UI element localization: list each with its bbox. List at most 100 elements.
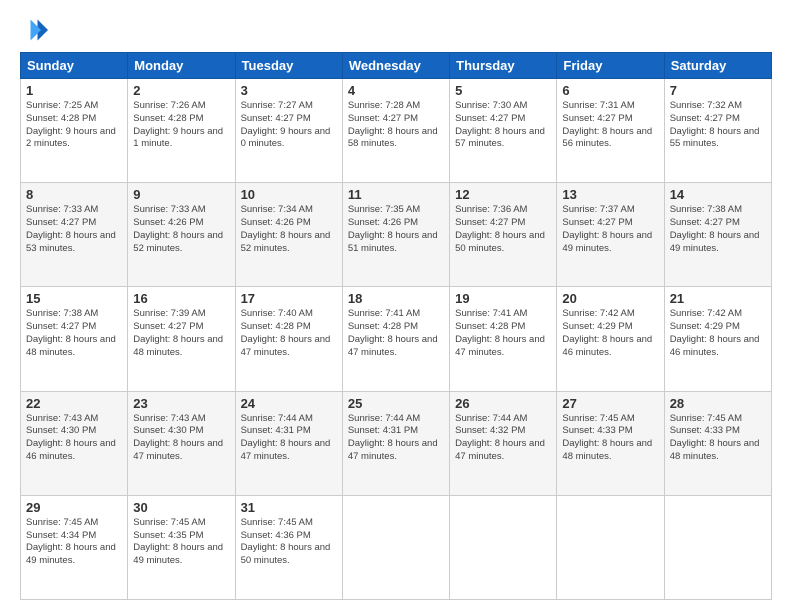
calendar-cell: 31 Sunrise: 7:45 AMSunset: 4:36 PMDaylig…: [235, 495, 342, 599]
calendar-cell: 23 Sunrise: 7:43 AMSunset: 4:30 PMDaylig…: [128, 391, 235, 495]
calendar-cell: 15 Sunrise: 7:38 AMSunset: 4:27 PMDaylig…: [21, 287, 128, 391]
day-info: Sunrise: 7:42 AMSunset: 4:29 PMDaylight:…: [670, 308, 760, 357]
day-number: 15: [26, 291, 122, 306]
day-info: Sunrise: 7:44 AMSunset: 4:31 PMDaylight:…: [348, 413, 438, 462]
day-info: Sunrise: 7:38 AMSunset: 4:27 PMDaylight:…: [670, 204, 760, 253]
calendar-cell: 7 Sunrise: 7:32 AMSunset: 4:27 PMDayligh…: [664, 79, 771, 183]
day-info: Sunrise: 7:30 AMSunset: 4:27 PMDaylight:…: [455, 100, 545, 149]
day-info: Sunrise: 7:38 AMSunset: 4:27 PMDaylight:…: [26, 308, 116, 357]
day-info: Sunrise: 7:33 AMSunset: 4:26 PMDaylight:…: [133, 204, 223, 253]
calendar-cell: [557, 495, 664, 599]
calendar-cell: 21 Sunrise: 7:42 AMSunset: 4:29 PMDaylig…: [664, 287, 771, 391]
day-info: Sunrise: 7:32 AMSunset: 4:27 PMDaylight:…: [670, 100, 760, 149]
calendar-cell: [342, 495, 449, 599]
day-info: Sunrise: 7:45 AMSunset: 4:33 PMDaylight:…: [562, 413, 652, 462]
day-number: 21: [670, 291, 766, 306]
day-number: 18: [348, 291, 444, 306]
day-number: 14: [670, 187, 766, 202]
day-info: Sunrise: 7:28 AMSunset: 4:27 PMDaylight:…: [348, 100, 438, 149]
calendar-cell: 24 Sunrise: 7:44 AMSunset: 4:31 PMDaylig…: [235, 391, 342, 495]
day-number: 9: [133, 187, 229, 202]
day-number: 24: [241, 396, 337, 411]
calendar-cell: 29 Sunrise: 7:45 AMSunset: 4:34 PMDaylig…: [21, 495, 128, 599]
day-number: 13: [562, 187, 658, 202]
day-info: Sunrise: 7:34 AMSunset: 4:26 PMDaylight:…: [241, 204, 331, 253]
header: [20, 16, 772, 44]
day-number: 27: [562, 396, 658, 411]
calendar-cell: 1 Sunrise: 7:25 AMSunset: 4:28 PMDayligh…: [21, 79, 128, 183]
day-info: Sunrise: 7:37 AMSunset: 4:27 PMDaylight:…: [562, 204, 652, 253]
day-info: Sunrise: 7:44 AMSunset: 4:32 PMDaylight:…: [455, 413, 545, 462]
calendar-cell: 16 Sunrise: 7:39 AMSunset: 4:27 PMDaylig…: [128, 287, 235, 391]
weekday-header-monday: Monday: [128, 53, 235, 79]
day-number: 23: [133, 396, 229, 411]
day-number: 31: [241, 500, 337, 515]
calendar-cell: 5 Sunrise: 7:30 AMSunset: 4:27 PMDayligh…: [450, 79, 557, 183]
logo: [20, 16, 52, 44]
weekday-header-sunday: Sunday: [21, 53, 128, 79]
calendar-week-2: 8 Sunrise: 7:33 AMSunset: 4:27 PMDayligh…: [21, 183, 772, 287]
calendar-cell: 26 Sunrise: 7:44 AMSunset: 4:32 PMDaylig…: [450, 391, 557, 495]
calendar-cell: 18 Sunrise: 7:41 AMSunset: 4:28 PMDaylig…: [342, 287, 449, 391]
day-number: 30: [133, 500, 229, 515]
day-info: Sunrise: 7:42 AMSunset: 4:29 PMDaylight:…: [562, 308, 652, 357]
day-info: Sunrise: 7:36 AMSunset: 4:27 PMDaylight:…: [455, 204, 545, 253]
day-number: 8: [26, 187, 122, 202]
calendar-cell: 8 Sunrise: 7:33 AMSunset: 4:27 PMDayligh…: [21, 183, 128, 287]
calendar-cell: 25 Sunrise: 7:44 AMSunset: 4:31 PMDaylig…: [342, 391, 449, 495]
calendar-week-4: 22 Sunrise: 7:43 AMSunset: 4:30 PMDaylig…: [21, 391, 772, 495]
day-number: 10: [241, 187, 337, 202]
calendar-cell: [450, 495, 557, 599]
weekday-header-thursday: Thursday: [450, 53, 557, 79]
calendar-cell: 20 Sunrise: 7:42 AMSunset: 4:29 PMDaylig…: [557, 287, 664, 391]
weekday-header-friday: Friday: [557, 53, 664, 79]
calendar-cell: 11 Sunrise: 7:35 AMSunset: 4:26 PMDaylig…: [342, 183, 449, 287]
day-number: 4: [348, 83, 444, 98]
calendar-cell: 2 Sunrise: 7:26 AMSunset: 4:28 PMDayligh…: [128, 79, 235, 183]
day-number: 5: [455, 83, 551, 98]
calendar-table: SundayMondayTuesdayWednesdayThursdayFrid…: [20, 52, 772, 600]
day-number: 25: [348, 396, 444, 411]
day-info: Sunrise: 7:33 AMSunset: 4:27 PMDaylight:…: [26, 204, 116, 253]
day-info: Sunrise: 7:39 AMSunset: 4:27 PMDaylight:…: [133, 308, 223, 357]
day-number: 2: [133, 83, 229, 98]
calendar-cell: 4 Sunrise: 7:28 AMSunset: 4:27 PMDayligh…: [342, 79, 449, 183]
calendar-cell: 3 Sunrise: 7:27 AMSunset: 4:27 PMDayligh…: [235, 79, 342, 183]
day-info: Sunrise: 7:45 AMSunset: 4:34 PMDaylight:…: [26, 517, 116, 566]
calendar-header-row: SundayMondayTuesdayWednesdayThursdayFrid…: [21, 53, 772, 79]
day-info: Sunrise: 7:43 AMSunset: 4:30 PMDaylight:…: [133, 413, 223, 462]
day-number: 17: [241, 291, 337, 306]
day-info: Sunrise: 7:45 AMSunset: 4:33 PMDaylight:…: [670, 413, 760, 462]
calendar-cell: 28 Sunrise: 7:45 AMSunset: 4:33 PMDaylig…: [664, 391, 771, 495]
calendar-cell: 19 Sunrise: 7:41 AMSunset: 4:28 PMDaylig…: [450, 287, 557, 391]
day-number: 22: [26, 396, 122, 411]
calendar-cell: 27 Sunrise: 7:45 AMSunset: 4:33 PMDaylig…: [557, 391, 664, 495]
calendar-body: 1 Sunrise: 7:25 AMSunset: 4:28 PMDayligh…: [21, 79, 772, 600]
day-info: Sunrise: 7:43 AMSunset: 4:30 PMDaylight:…: [26, 413, 116, 462]
calendar-cell: 6 Sunrise: 7:31 AMSunset: 4:27 PMDayligh…: [557, 79, 664, 183]
day-info: Sunrise: 7:45 AMSunset: 4:35 PMDaylight:…: [133, 517, 223, 566]
day-number: 16: [133, 291, 229, 306]
day-info: Sunrise: 7:44 AMSunset: 4:31 PMDaylight:…: [241, 413, 331, 462]
day-info: Sunrise: 7:35 AMSunset: 4:26 PMDaylight:…: [348, 204, 438, 253]
weekday-header-tuesday: Tuesday: [235, 53, 342, 79]
calendar-cell: 22 Sunrise: 7:43 AMSunset: 4:30 PMDaylig…: [21, 391, 128, 495]
calendar-cell: 30 Sunrise: 7:45 AMSunset: 4:35 PMDaylig…: [128, 495, 235, 599]
calendar-cell: [664, 495, 771, 599]
day-number: 29: [26, 500, 122, 515]
day-number: 26: [455, 396, 551, 411]
day-info: Sunrise: 7:31 AMSunset: 4:27 PMDaylight:…: [562, 100, 652, 149]
page: SundayMondayTuesdayWednesdayThursdayFrid…: [0, 0, 792, 612]
day-number: 3: [241, 83, 337, 98]
weekday-header-saturday: Saturday: [664, 53, 771, 79]
calendar-cell: 10 Sunrise: 7:34 AMSunset: 4:26 PMDaylig…: [235, 183, 342, 287]
weekday-header-wednesday: Wednesday: [342, 53, 449, 79]
calendar-cell: 9 Sunrise: 7:33 AMSunset: 4:26 PMDayligh…: [128, 183, 235, 287]
day-info: Sunrise: 7:41 AMSunset: 4:28 PMDaylight:…: [348, 308, 438, 357]
day-number: 28: [670, 396, 766, 411]
day-info: Sunrise: 7:25 AMSunset: 4:28 PMDaylight:…: [26, 100, 116, 149]
day-number: 19: [455, 291, 551, 306]
day-number: 1: [26, 83, 122, 98]
day-number: 12: [455, 187, 551, 202]
calendar-week-1: 1 Sunrise: 7:25 AMSunset: 4:28 PMDayligh…: [21, 79, 772, 183]
